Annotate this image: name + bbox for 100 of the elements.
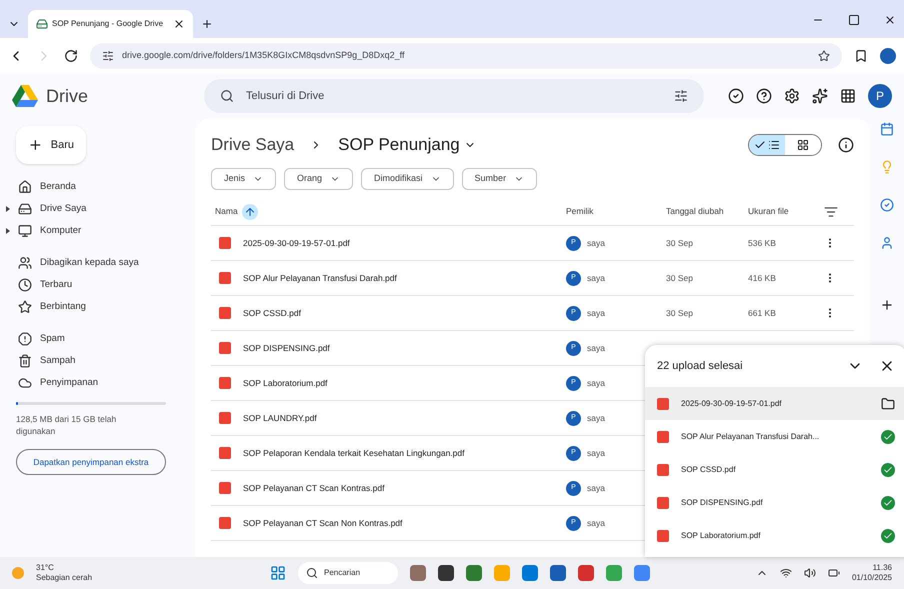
sidebar-item-icon	[18, 180, 32, 194]
owner-name: saya	[587, 482, 605, 494]
owner-name: saya	[587, 236, 605, 250]
info-icon[interactable]	[838, 137, 854, 153]
profile-avatar[interactable]	[880, 48, 896, 64]
volume-icon[interactable]	[804, 567, 816, 579]
filter-chip[interactable]: Sumber	[462, 168, 538, 190]
file-name: SOP LAUNDRY.pdf	[243, 412, 317, 424]
apps-icon[interactable]	[840, 88, 856, 104]
column-header[interactable]: Nama	[215, 205, 238, 218]
column-header[interactable]: Pemilik	[566, 205, 666, 218]
file-size: 661 KB	[748, 306, 777, 320]
folder-icon[interactable]	[881, 396, 895, 410]
account-avatar[interactable]: P	[868, 84, 892, 108]
sidebar-item[interactable]: Spam	[6, 328, 183, 350]
sidebar-item[interactable]: Beranda	[6, 176, 183, 198]
expand-caret-icon[interactable]	[6, 228, 10, 234]
taskbar-search-placeholder: Pencarian	[324, 567, 360, 579]
pdf-file-icon	[219, 377, 231, 389]
sidebar-item-icon	[18, 278, 32, 292]
tab-title: SOP Penunjang - Google Drive	[52, 18, 164, 30]
weather-text: Sebagian cerah	[36, 573, 94, 583]
file-name: SOP Pelaporan Kendala terkait Kesehatan Lingkungan.pdf	[243, 446, 464, 460]
calendar-icon[interactable]	[880, 122, 894, 136]
taskbar-app-icon[interactable]	[550, 565, 566, 581]
file-name: SOP Alur Pelayanan Transfusi Darah.pdf	[243, 272, 397, 284]
pdf-file-icon	[219, 237, 231, 249]
sort-options-icon[interactable]	[824, 204, 838, 218]
close-window-icon[interactable]	[884, 14, 896, 26]
pdf-file-icon	[219, 447, 231, 459]
column-header[interactable]: Ukuran file	[748, 205, 824, 218]
file-size: 536 KB	[748, 236, 777, 250]
help-icon[interactable]	[756, 88, 772, 104]
url-text: drive.google.com/drive/folders/1M35K8GIxCM8qsdvnSP9g_D8Dxq2_ff	[122, 49, 406, 62]
sidebar-item[interactable]: Penyimpanan	[6, 372, 183, 394]
file-name: SOP Pelayanan CT Scan Non Kontras.pdf	[243, 516, 402, 530]
reload-icon[interactable]	[64, 49, 78, 63]
owner-name: saya	[587, 376, 605, 390]
breadcrumb-current[interactable]: SOP Penunjang	[338, 132, 476, 158]
column-header[interactable]: Tanggal diubah	[666, 205, 748, 218]
pdf-file-icon	[657, 398, 669, 410]
grid-icon	[797, 139, 809, 151]
pdf-file-icon	[219, 482, 231, 494]
new-tab-icon[interactable]	[201, 18, 213, 30]
settings-icon[interactable]	[784, 88, 800, 104]
owner-name: saya	[587, 272, 605, 284]
taskbar-search-field[interactable]: Pencarian	[298, 562, 398, 584]
sidebar-item[interactable]: Dibagikan kepada saya	[6, 252, 183, 274]
modified-date: 30 Sep	[666, 306, 694, 320]
site-info-icon[interactable]	[102, 50, 114, 62]
sparkle-icon[interactable]	[812, 88, 828, 104]
get-storage-button[interactable]: Dapatkan penyimpanan ekstra	[16, 449, 166, 475]
list-view-button[interactable]	[749, 135, 785, 155]
filter-icon[interactable]	[674, 89, 688, 103]
upload-item[interactable]: 2025-09-30-09-19-57-01.pdf	[645, 387, 904, 420]
sidebar-item[interactable]: Sampah	[6, 350, 183, 372]
expand-caret-icon[interactable]	[6, 206, 10, 212]
sidebar-item[interactable]: Terbaru	[6, 274, 183, 296]
add-icon[interactable]	[880, 298, 894, 312]
pdf-file-icon	[657, 496, 669, 508]
app-name[interactable]: Drive	[46, 82, 88, 110]
owner-name: saya	[587, 342, 605, 354]
sidebar-item-icon	[18, 256, 32, 270]
upload-file-name: SOP Laboratorium.pdf	[681, 530, 762, 542]
file-name: SOP Pelayanan CT Scan Kontras.pdf	[243, 482, 384, 494]
sidebar-item-icon	[18, 300, 32, 314]
search-field[interactable]: Telusuri di Drive	[204, 79, 704, 113]
weather-temperature: 31°C	[36, 563, 55, 573]
sidebar-item[interactable]: Drive Saya	[6, 198, 183, 220]
file-name: SOP DISPENSING.pdf	[243, 342, 330, 354]
new-button[interactable]: Baru	[16, 126, 86, 164]
pdf-file-icon	[657, 530, 669, 542]
sort-ascending-icon[interactable]	[242, 204, 258, 220]
close-icon[interactable]	[173, 18, 185, 30]
storage-text: 128,5 MB dari 15 GB telah digunakan	[16, 413, 118, 437]
sidebar-item-icon	[18, 354, 32, 368]
bookmark-star-icon[interactable]	[818, 50, 830, 62]
start-icon[interactable]	[270, 565, 286, 581]
sidebar-item-icon	[18, 376, 32, 390]
drive-icon	[36, 18, 48, 30]
maximize-icon[interactable]	[848, 14, 860, 26]
pdf-file-icon	[657, 464, 669, 476]
file-name: SOP Laboratorium.pdf	[243, 376, 328, 390]
sidebar-item[interactable]: Berbintang	[6, 296, 183, 318]
pdf-file-icon	[219, 307, 231, 319]
browser-tab[interactable]: SOP Penunjang - Google Drive	[28, 10, 193, 38]
modified-date: 30 Sep	[666, 272, 694, 284]
pdf-file-icon	[219, 412, 231, 424]
sidebar-item[interactable]: Komputer	[6, 220, 183, 242]
filter-chip[interactable]: Jenis	[211, 168, 276, 190]
upload-file-name: SOP DISPENSING.pdf	[681, 496, 764, 508]
filter-chip[interactable]: Orang	[284, 168, 354, 190]
breadcrumb-parent[interactable]: Drive Saya	[211, 132, 294, 158]
filter-chip[interactable]: Dimodifikasi	[361, 168, 454, 190]
search-icon	[220, 89, 234, 103]
tasks-icon[interactable]	[880, 198, 894, 212]
battery-icon[interactable]	[828, 567, 840, 579]
contacts-icon[interactable]	[880, 236, 894, 250]
taskbar-app-icon[interactable]	[438, 565, 454, 581]
address-bar[interactable]: drive.google.com/drive/folders/1M35K8GIxCM8qsdvnSP9g_D8Dxq2_ff	[90, 43, 842, 69]
